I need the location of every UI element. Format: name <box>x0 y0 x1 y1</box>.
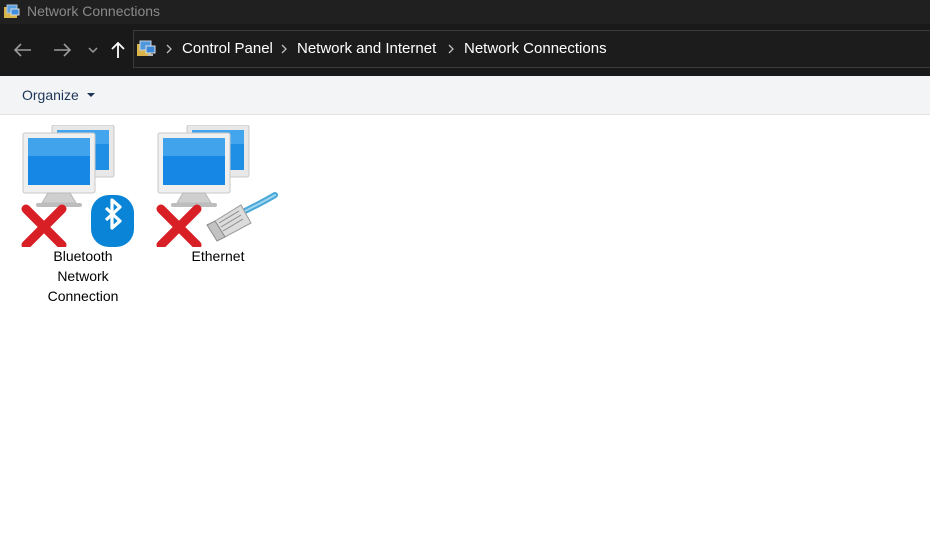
breadcrumb-network-and-internet[interactable]: Network and Internet <box>297 40 436 58</box>
bluetooth-network-connection-icon <box>21 125 134 247</box>
up-button[interactable] <box>106 38 130 62</box>
network-folder-icon <box>137 40 156 56</box>
label-line: Ethernet <box>191 248 245 264</box>
recent-locations-button[interactable] <box>81 38 105 62</box>
label-line: Bluetooth <box>53 248 113 264</box>
file-view[interactable]: Bluetooth Network Connection Ethernet <box>0 115 930 533</box>
network-item-ethernet[interactable]: Ethernet <box>153 125 283 275</box>
organize-button[interactable]: Organize <box>22 87 79 104</box>
label-line: Network <box>57 268 109 284</box>
breadcrumb-separator-icon[interactable] <box>279 42 289 56</box>
title-bar[interactable]: Network Connections <box>0 0 930 24</box>
back-button[interactable] <box>11 38 35 62</box>
back-arrow-icon <box>14 43 31 57</box>
explorer-window: Network Connections Control Panel Networ… <box>0 0 930 533</box>
window-title: Network Connections <box>27 3 161 19</box>
command-bar: Organize <box>0 76 930 115</box>
chevron-down-icon <box>88 47 98 54</box>
up-arrow-icon <box>111 41 125 58</box>
navigation-bar: Control Panel Network and Internet Netwo… <box>0 24 930 76</box>
network-connections-app-icon <box>4 4 20 18</box>
address-bar[interactable]: Control Panel Network and Internet Netwo… <box>133 30 930 68</box>
network-item-label: Ethernet <box>153 246 283 266</box>
breadcrumb-separator-icon[interactable] <box>446 42 456 56</box>
breadcrumb-control-panel[interactable]: Control Panel <box>182 40 273 58</box>
label-line: Connection <box>47 288 119 304</box>
network-item-label: Bluetooth Network Connection <box>18 246 148 306</box>
dropdown-caret-icon[interactable] <box>87 93 95 97</box>
forward-arrow-icon <box>54 43 71 57</box>
forward-button[interactable] <box>50 38 74 62</box>
breadcrumb-separator-icon[interactable] <box>164 42 174 56</box>
ethernet-connection-icon <box>156 125 278 247</box>
network-item-bluetooth[interactable]: Bluetooth Network Connection <box>18 125 148 310</box>
breadcrumb-network-connections[interactable]: Network Connections <box>464 40 607 58</box>
